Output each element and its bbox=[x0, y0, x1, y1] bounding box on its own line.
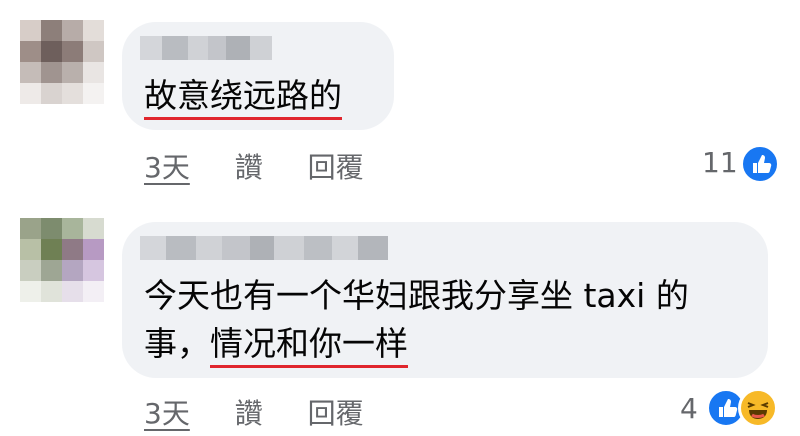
like-reaction-icon[interactable] bbox=[740, 144, 780, 184]
like-button[interactable]: 讚 bbox=[235, 397, 263, 430]
timestamp-link[interactable]: 3天 bbox=[144, 397, 190, 430]
commenter-name[interactable] bbox=[140, 236, 388, 260]
commenter-name[interactable] bbox=[140, 36, 272, 60]
avatar[interactable] bbox=[20, 20, 104, 104]
comment-actions: 3天 讚 回覆 bbox=[144, 146, 364, 186]
haha-reaction-icon[interactable] bbox=[738, 388, 778, 428]
comment-text-line-2: 事，情况和你一样 bbox=[144, 320, 408, 368]
like-button[interactable]: 讚 bbox=[235, 151, 263, 184]
comment-text-prefix: 事， bbox=[144, 324, 210, 363]
timestamp-link[interactable]: 3天 bbox=[144, 151, 190, 184]
avatar[interactable] bbox=[20, 218, 104, 302]
reaction-count[interactable]: 4 bbox=[680, 392, 698, 425]
comment-text-line-1: 今天也有一个华妇跟我分享坐 taxi 的 bbox=[144, 276, 689, 315]
reaction-count[interactable]: 11 bbox=[702, 146, 738, 179]
comment-actions: 3天 讚 回覆 bbox=[144, 392, 364, 432]
reply-button[interactable]: 回覆 bbox=[308, 397, 364, 430]
comment-text-underlined: 故意绕远路的 bbox=[144, 76, 342, 120]
comment-text: 故意绕远路的 bbox=[144, 72, 342, 120]
comment-text-underlined: 情况和你一样 bbox=[210, 324, 408, 368]
reply-button[interactable]: 回覆 bbox=[308, 151, 364, 184]
